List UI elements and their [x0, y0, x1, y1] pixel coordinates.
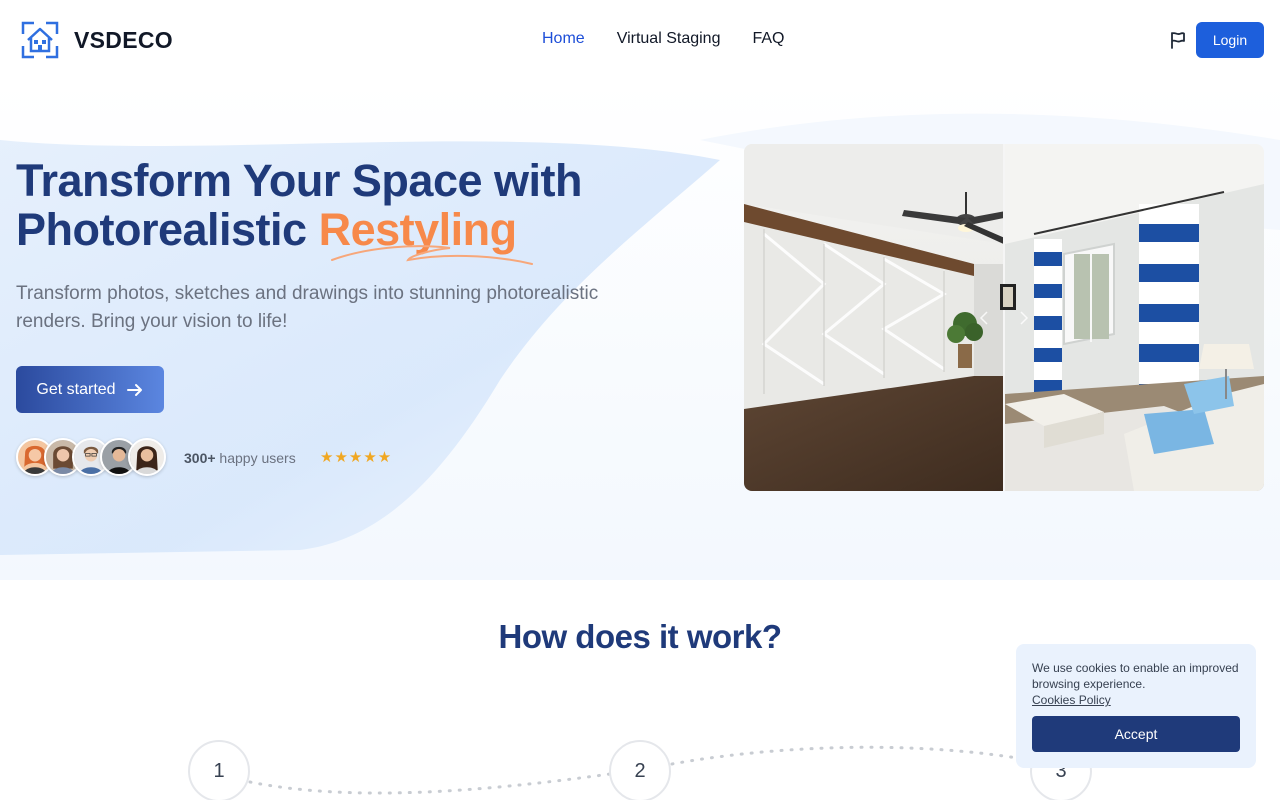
cookies-policy-link[interactable]: Cookies Policy — [1032, 692, 1240, 708]
brand-logo[interactable]: VSDECO — [20, 20, 173, 60]
cookie-banner: We use cookies to enable an improved bro… — [1016, 644, 1256, 768]
step-1: 1 — [188, 740, 250, 800]
accent-underline — [331, 245, 533, 265]
hero-title-line1: Transform Your Space with — [16, 155, 582, 206]
user-avatars — [16, 438, 166, 476]
arrow-right-icon — [126, 383, 142, 396]
step-2: 2 — [609, 740, 671, 800]
hero-subtitle: Transform photos, sketches and drawings … — [16, 283, 599, 332]
brand-name: VSDECO — [74, 26, 173, 53]
get-started-button[interactable]: Get started — [16, 366, 164, 413]
main-nav: Home Virtual Staging FAQ — [542, 30, 784, 48]
avatar — [128, 438, 166, 476]
nav-item-home[interactable]: Home — [542, 30, 585, 48]
rating-stars: ★★★★★ — [320, 449, 393, 466]
get-started-label: Get started — [36, 380, 116, 398]
hero-title-line2: Photorealistic — [16, 204, 319, 255]
happy-users-count: 300+ happy users — [184, 450, 296, 466]
before-after-comparison-image[interactable] — [744, 144, 1264, 491]
cookie-text: We use cookies to enable an improved bro… — [1032, 661, 1239, 691]
nav-item-virtual-staging[interactable]: Virtual Staging — [617, 30, 721, 48]
nav-item-faq[interactable]: FAQ — [752, 30, 784, 48]
accept-cookies-button[interactable]: Accept — [1032, 716, 1240, 752]
flag-icon[interactable] — [1168, 30, 1188, 50]
house-logo-icon — [21, 21, 59, 59]
site-header: VSDECO Home Virtual Staging FAQ Login — [0, 0, 1280, 80]
login-button[interactable]: Login — [1196, 22, 1264, 58]
